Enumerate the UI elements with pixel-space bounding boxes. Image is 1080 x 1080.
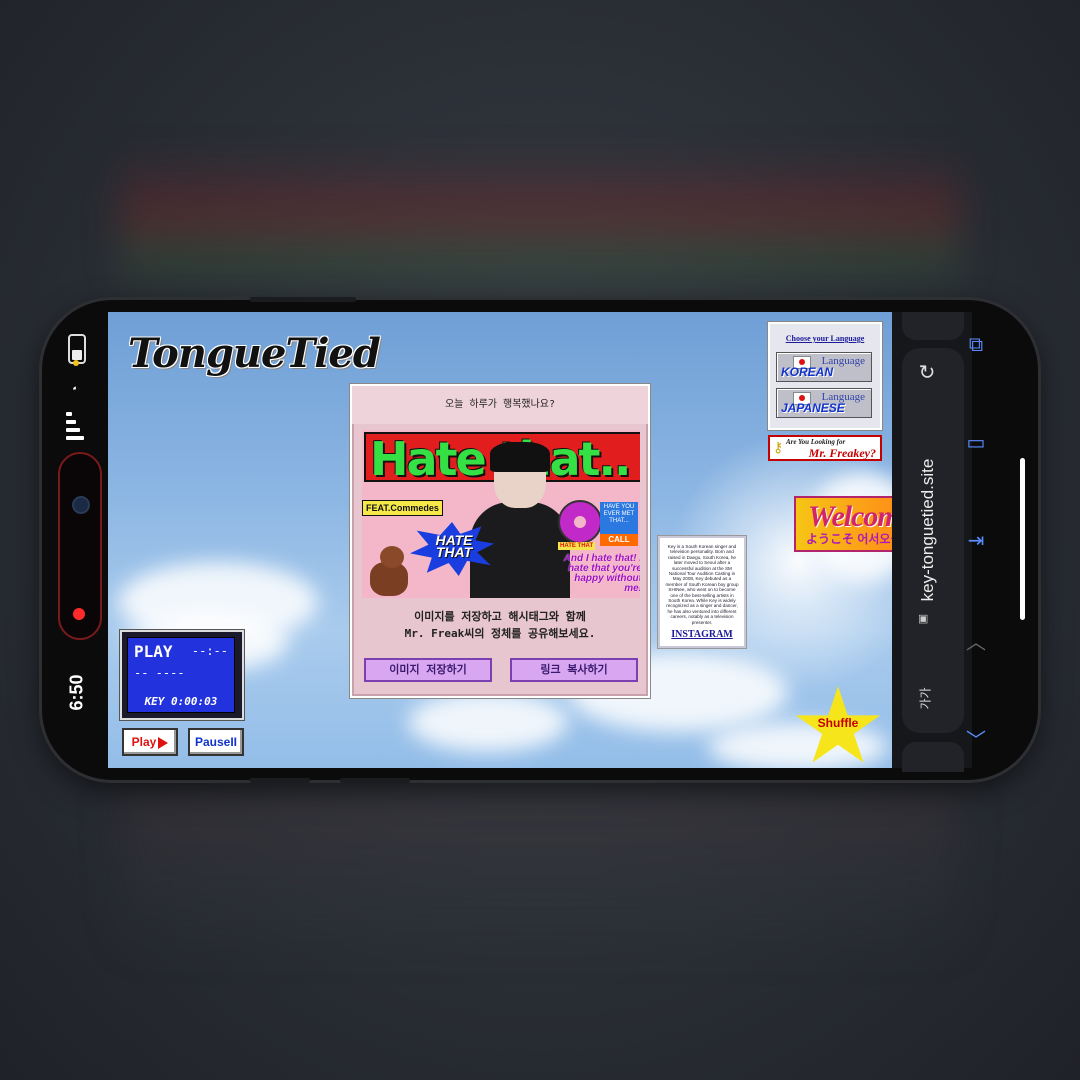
welcome-title: Welcom	[808, 500, 892, 533]
up-icon[interactable]: ︿	[956, 626, 996, 655]
pause-button[interactable]: PauseII	[188, 728, 244, 756]
freakey-line-1: Are You Looking for	[786, 438, 846, 446]
vinyl-disc-icon	[558, 500, 602, 544]
tabs-icon[interactable]: ⧉	[956, 334, 996, 357]
url-text: key-tonguetied.site	[918, 458, 937, 602]
volume-button	[250, 297, 356, 302]
play-button[interactable]: Play	[122, 728, 178, 756]
share-line-1: 이미지를 저장하고 해시태그와 함께	[414, 610, 586, 623]
copy-link-button[interactable]: 링크 복사하기	[510, 658, 638, 682]
share-instructions: 이미지를 저장하고 해시태그와 함께 Mr. Freak씨의 정체를 공유해보세…	[352, 608, 648, 642]
player-display-bars: -- ----	[134, 666, 185, 680]
bio-card: Key is a South Korean singer and televis…	[658, 536, 746, 648]
wifi-icon: ◔	[67, 385, 83, 394]
play-label: Play	[131, 735, 157, 749]
battery-status-dot	[73, 360, 79, 366]
panel-prompt: 오늘 하루가 행복했나요?	[352, 386, 648, 424]
question-sticker: HAVE YOU EVER MET THAT...	[600, 502, 638, 534]
dynamic-island	[58, 452, 102, 640]
reader-settings-button[interactable]: 가가	[910, 687, 940, 720]
record-icon	[73, 608, 85, 620]
bookmarks-icon[interactable]: ▭	[956, 430, 996, 455]
feat-label: FEAT.Commedes	[362, 500, 443, 516]
lock-icon: ▣	[918, 613, 929, 625]
player-state: PLAY	[134, 642, 173, 661]
lyric-text: And I hate that! I hate that you're happ…	[563, 553, 640, 594]
artist-photo	[470, 442, 570, 598]
call-sticker: CALL	[600, 534, 638, 546]
toolbar-bottom	[902, 742, 964, 772]
japanese-language-button[interactable]: Language JAPANESE	[776, 388, 872, 418]
player-display-marks: --:--	[191, 644, 228, 658]
play-icon	[158, 736, 169, 749]
background-blur-bottom	[120, 790, 960, 960]
refresh-icon[interactable]: ↻	[912, 360, 942, 390]
japanese-label: JAPANESE	[781, 401, 845, 415]
cloud	[408, 692, 568, 752]
music-player: PLAY --:-- -- ---- KEY 0:00:03	[120, 630, 244, 720]
reader-settings-label: 가가	[918, 687, 933, 710]
site-logo[interactable]: TongueTied	[128, 330, 381, 377]
korean-language-button[interactable]: Language KOREAN	[776, 352, 872, 382]
url-field[interactable]: key-tonguetied.site	[888, 459, 968, 602]
background-blur-top	[120, 150, 960, 300]
player-time: KEY 0:00:03	[144, 695, 218, 708]
share-panel: 오늘 하루가 행복했나요? Hate that.. FEAT.Commedes …	[350, 384, 650, 698]
language-panel: Choose your Language Language KOREAN Lan…	[768, 322, 882, 430]
album-cover: Hate that.. FEAT.Commedes HATE THAT HATE…	[362, 430, 640, 598]
web-viewport: TongueTied 오늘 하루가 행복했나요? Hate that.. FEA…	[108, 312, 892, 768]
freakey-link[interactable]: ⚷ Are You Looking for Mr. Freakey?	[768, 435, 882, 461]
freakey-line-2: Mr. Freakey?	[808, 446, 876, 460]
side-button-a	[250, 778, 310, 783]
korean-label: KOREAN	[781, 365, 834, 379]
small-sticker: HATE THAT	[558, 542, 596, 550]
status-time-text: 6:50	[66, 674, 87, 711]
signal-icon	[66, 406, 86, 446]
scrollbar[interactable]	[1020, 458, 1025, 620]
camera-icon	[72, 496, 90, 514]
instagram-link[interactable]: INSTAGRAM	[660, 629, 744, 640]
welcome-sub: ようこそ 어서오십시	[806, 532, 892, 546]
shuffle-button[interactable]: Shuffle	[794, 716, 882, 730]
key-icon: ⚷	[773, 439, 784, 455]
save-image-button[interactable]: 이미지 저장하기	[364, 658, 492, 682]
share-line-2: Mr. Freak씨의 정체를 공유해보세요.	[404, 627, 596, 640]
bio-text: Key is a South Korean singer and televis…	[665, 544, 739, 625]
down-icon[interactable]: ﹀	[956, 724, 996, 753]
toolbar-top	[902, 312, 964, 340]
welcome-banner: Welcom ようこそ 어서오십시	[794, 496, 892, 552]
dog-image	[364, 546, 410, 596]
side-button-b	[340, 778, 410, 783]
status-time: 6:50	[62, 660, 92, 740]
burst-text: HATE THAT	[435, 532, 473, 560]
language-title: Choose your Language	[785, 334, 865, 343]
player-display: PLAY --:-- -- ---- KEY 0:00:03	[127, 637, 235, 713]
